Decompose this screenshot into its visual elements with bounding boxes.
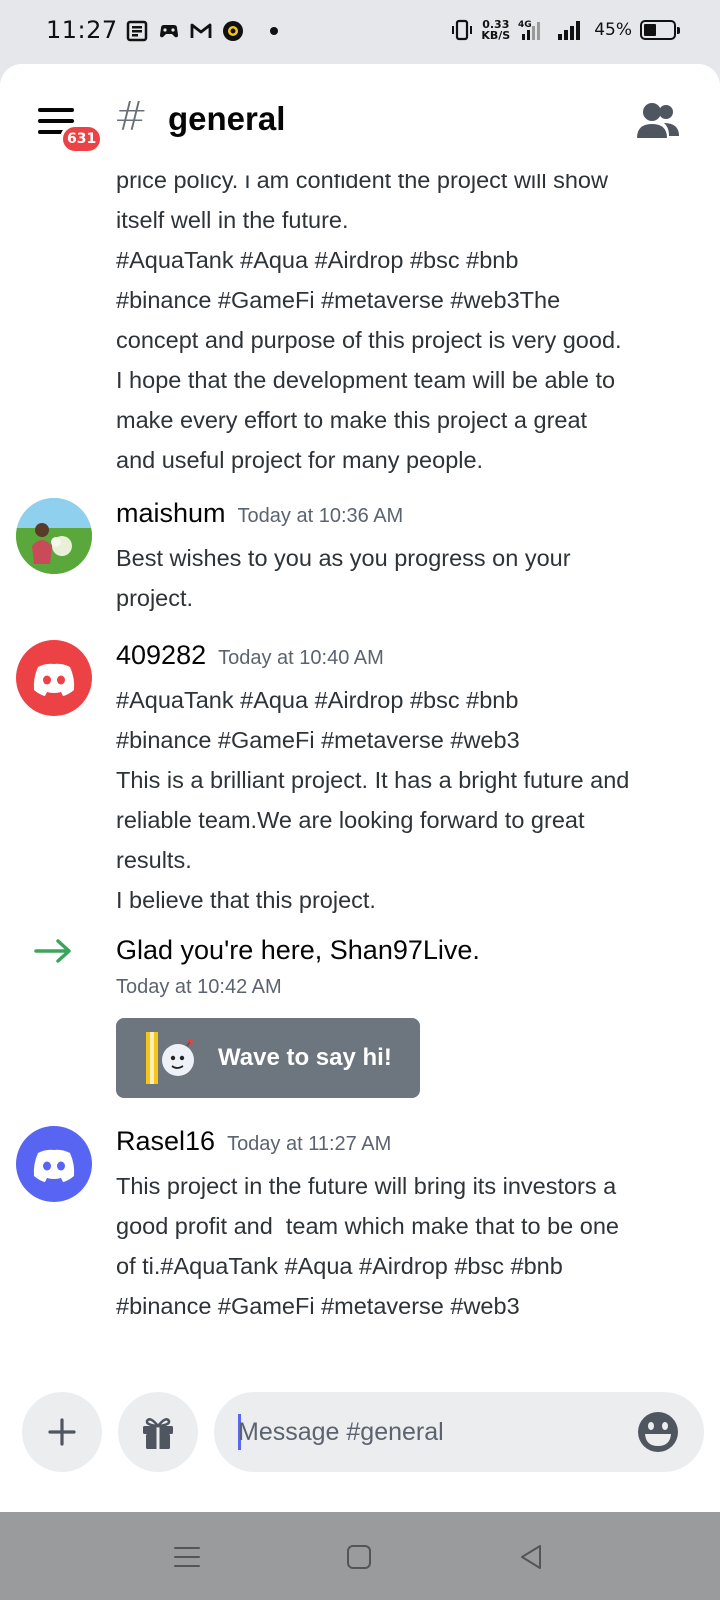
username[interactable]: maishum [116,498,226,529]
avatar-photo [16,498,92,574]
vibrate-icon [452,19,473,41]
join-arrow-icon [34,939,71,963]
wave-sticker-icon [146,1032,194,1084]
network-speed: 0.33 KB/S [481,19,510,41]
timestamp: Today at 10:40 AM [218,647,384,669]
plus-icon [48,1418,76,1446]
gift-button[interactable] [118,1392,198,1472]
home-icon[interactable] [344,1542,374,1572]
battery-icon [640,20,680,40]
message-input[interactable] [238,1392,618,1472]
signal-4g-icon: 4G [518,20,541,40]
avatar[interactable] [16,640,92,716]
add-attachment-button[interactable] [22,1392,102,1472]
discord-logo-icon [33,663,75,696]
avatar[interactable] [16,1126,92,1202]
message-composer [0,1376,720,1512]
message-list[interactable]: price policy. i am confident the project… [0,160,720,1450]
gift-icon [143,1418,173,1449]
gmail-icon [190,23,212,38]
channel-header: 631 # general [0,64,720,174]
wave-button[interactable]: Wave to say hi! [116,1018,420,1098]
channel-title[interactable]: general [168,100,285,138]
message-text: Best wishes to you as you progress on yo… [116,545,571,611]
system-nav-bar [0,1512,720,1600]
members-icon[interactable] [636,100,680,140]
news-icon [126,20,148,42]
message-text: price policy. i am confident the project… [116,167,622,473]
join-username[interactable]: Shan97Live. [330,935,480,965]
more-notifications-dot [270,27,278,35]
emoji-icon[interactable] [636,1410,680,1454]
message-input-container[interactable] [214,1392,704,1472]
battery-percent: 45% [594,20,632,40]
status-right: 0.33 KB/S 4G 45% [451,18,680,42]
message-text: #AquaTank #Aqua #Airdrop #bsc #bnb #bina… [116,687,630,913]
username[interactable]: Rasel16 [116,1126,215,1157]
timestamp: Today at 11:27 AM [227,1133,392,1155]
discord-app: 631 # general price policy. i am confide… [0,64,720,1512]
notification-icons [126,20,278,42]
username[interactable]: 409282 [116,640,206,671]
wave-button-label: Wave to say hi! [218,1044,392,1071]
app-notification-icon [223,21,243,41]
join-text-prefix: Glad you're here, [116,935,330,965]
recent-apps-icon[interactable] [172,1542,202,1572]
channel-hash-icon: # [114,94,148,140]
unread-badge: 631 [60,124,104,154]
network-type-label: 4G [518,20,532,30]
message-text: This project in the future will bring it… [116,1173,619,1319]
status-time: 11:27 [46,16,118,44]
timestamp: Today at 10:42 AM [116,976,282,998]
game-controller-icon [160,25,178,38]
avatar[interactable] [16,498,92,574]
discord-logo-icon [33,1149,75,1182]
back-icon[interactable] [516,1542,546,1572]
signal-icon [558,21,581,40]
status-bar: 11:27 0.33 KB/S 4G 45% [0,0,720,64]
network-speed-unit: KB/S [481,29,511,42]
timestamp: Today at 10:36 AM [237,505,404,527]
